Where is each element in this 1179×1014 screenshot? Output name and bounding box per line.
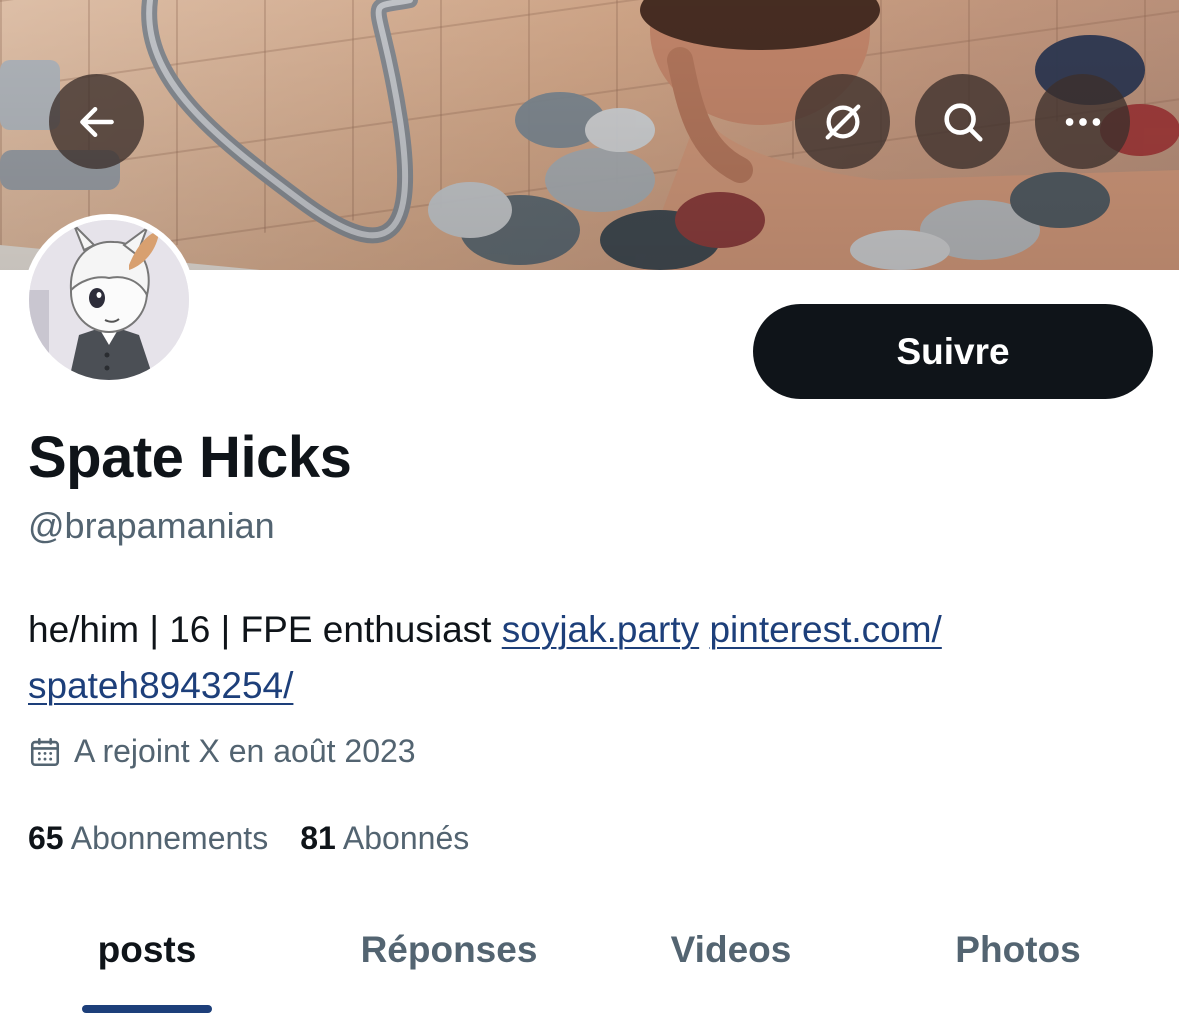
followers-link[interactable]: 81 Abonnés <box>300 820 469 857</box>
tab-replies[interactable]: Réponses <box>340 905 558 995</box>
more-icon <box>1065 117 1100 126</box>
bio-link-pinterest-part1: pinterest.com/ <box>709 609 942 650</box>
following-count: 65 <box>28 820 64 856</box>
back-arrow-icon <box>79 106 114 137</box>
followers-count: 81 <box>300 820 336 856</box>
tab-photos[interactable]: Photos <box>930 905 1106 995</box>
follow-stats: 65 Abonnements 81 Abonnés <box>28 820 469 857</box>
tab-videos[interactable]: Videos <box>650 905 812 995</box>
profile-page: Suivre Spate Hicks @brapamanian he/him |… <box>0 0 1179 1014</box>
user-handle: @brapamanian <box>28 505 275 546</box>
profile-tabs: posts Réponses Videos Photos <box>0 905 1179 1014</box>
translate-icon <box>825 104 860 139</box>
join-date-text: A rejoint X en août 2023 <box>74 733 416 769</box>
bio-link-soyjak[interactable]: soyjak.party <box>502 609 699 650</box>
join-date: A rejoint X en août 2023 <box>28 733 416 770</box>
bio-link-pinterest-part2: spateh8943254/ <box>28 665 294 706</box>
calendar-icon <box>30 737 60 766</box>
display-name: Spate Hicks <box>28 425 352 490</box>
bio-text: he/him | 16 | FPE enthusiast <box>28 609 502 650</box>
bio: he/him | 16 | FPE enthusiast soyjak.part… <box>28 602 1128 714</box>
translate-button[interactable] <box>795 74 890 169</box>
search-button[interactable] <box>915 74 1010 169</box>
back-button[interactable] <box>49 74 144 169</box>
tab-posts[interactable]: posts <box>66 905 228 995</box>
following-label: Abonnements <box>70 820 269 856</box>
follow-button[interactable]: Suivre <box>753 304 1153 399</box>
active-tab-indicator <box>82 1005 212 1013</box>
followers-label: Abonnés <box>342 820 470 856</box>
more-options-button[interactable] <box>1035 74 1130 169</box>
following-link[interactable]: 65 Abonnements <box>28 820 268 857</box>
avatar[interactable] <box>23 214 195 386</box>
search-icon <box>943 102 983 142</box>
